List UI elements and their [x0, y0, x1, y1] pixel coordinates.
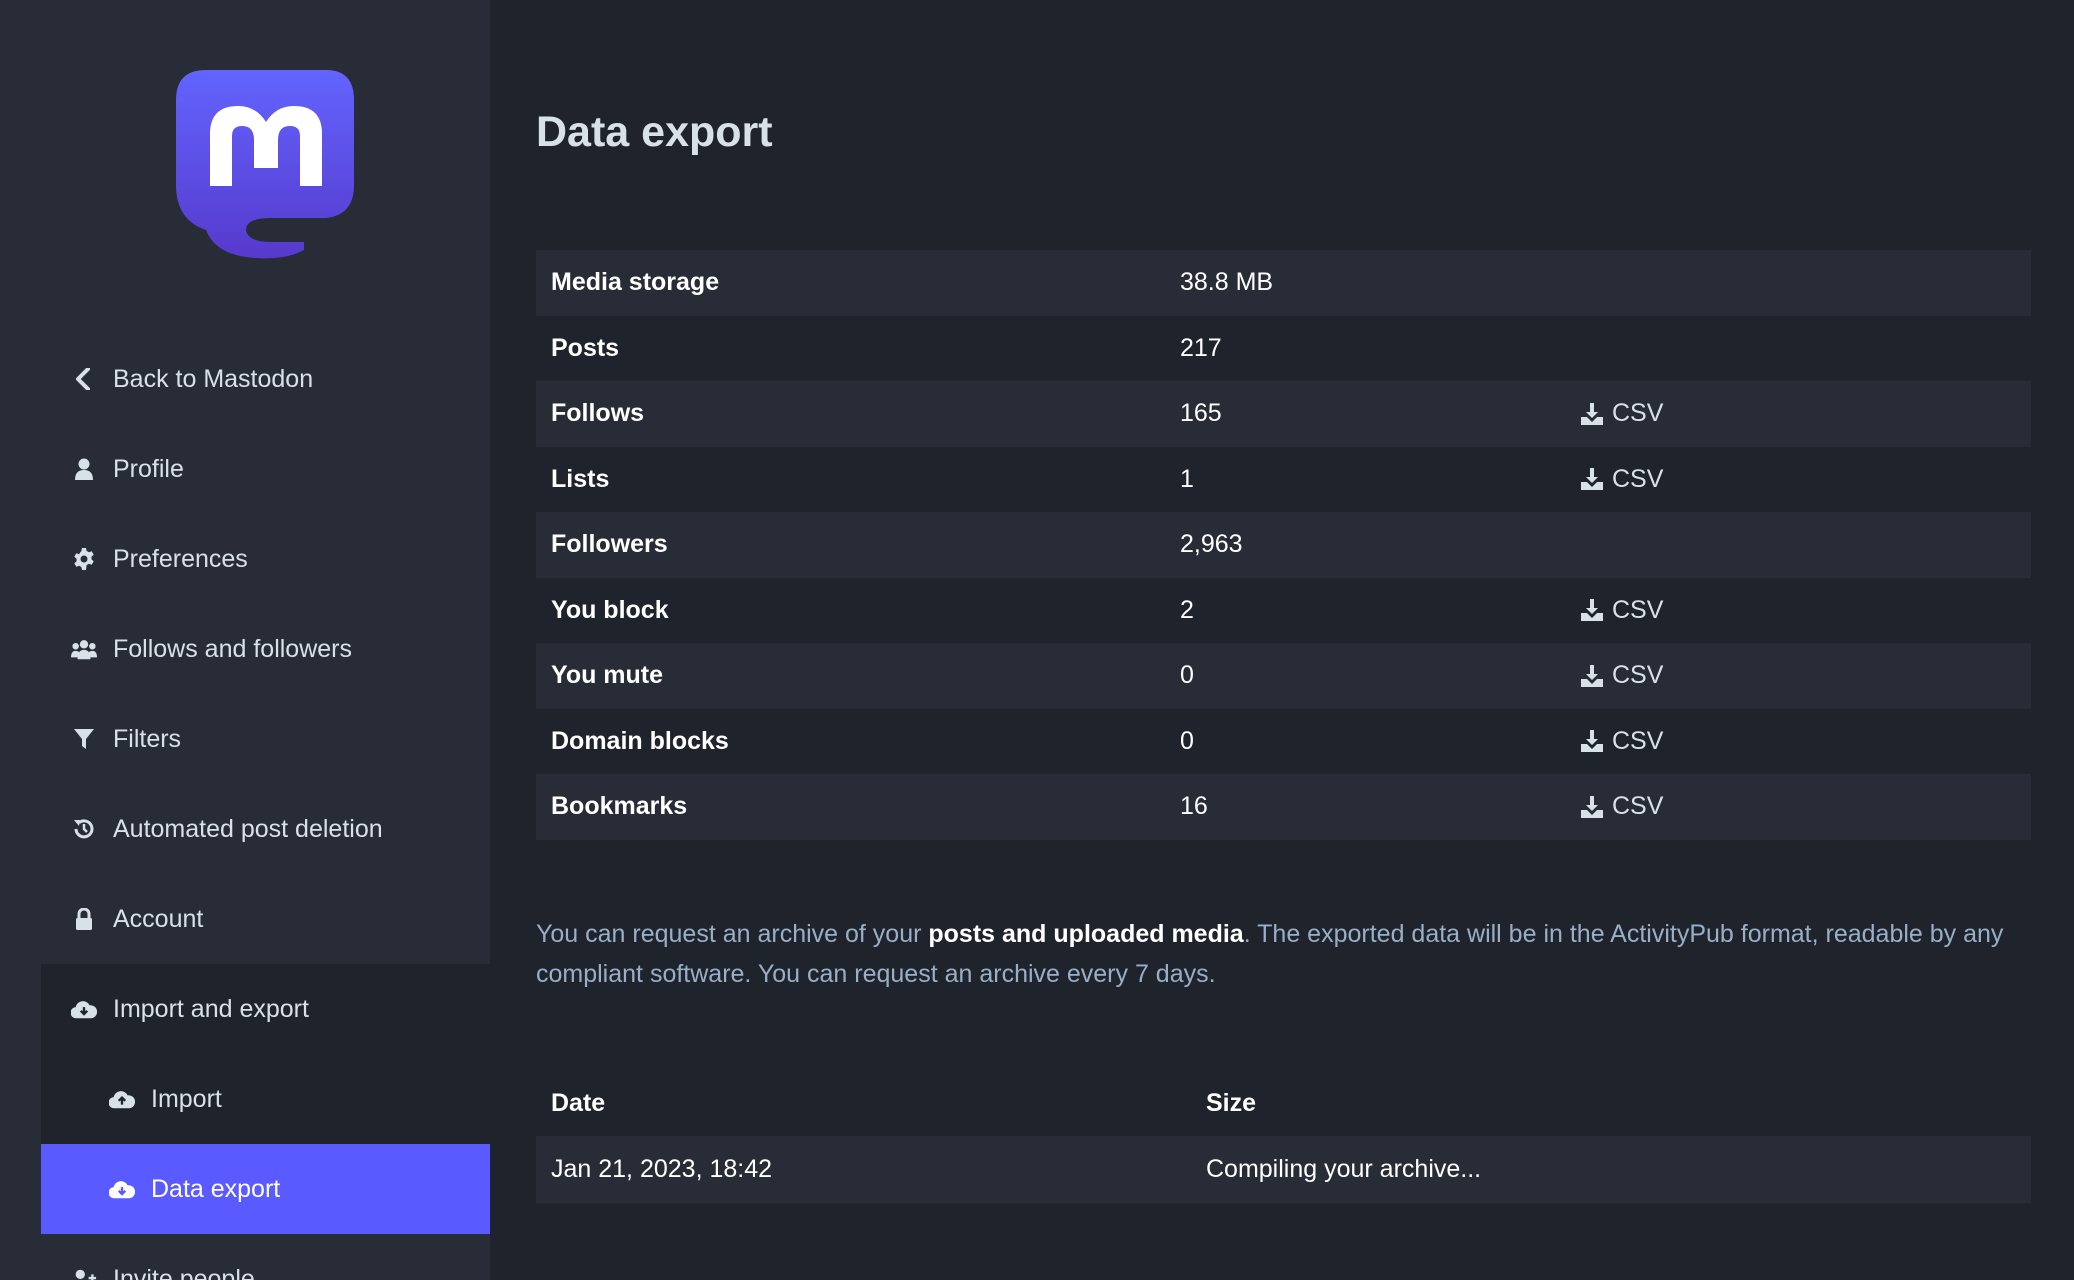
- sidebar-item-data-export[interactable]: Data export: [41, 1144, 490, 1234]
- stat-label: Followers: [551, 530, 668, 559]
- archive-hint-text: You can request an archive of your posts…: [536, 914, 2031, 994]
- csv-label: CSV: [1612, 792, 1664, 821]
- sidebar-item-label: Filters: [113, 724, 182, 753]
- download-icon: [1581, 664, 1603, 687]
- bookmarks-csv-download-link[interactable]: CSV: [1580, 792, 1663, 821]
- stats-table: Media storage 38.8 MB Posts 217 Follows …: [536, 250, 2031, 840]
- history-icon: [71, 816, 97, 842]
- sidebar-item-profile[interactable]: Profile: [41, 424, 490, 514]
- download-icon: [1581, 730, 1603, 753]
- sidebar-item-label: Invite people: [113, 1264, 255, 1280]
- archive-table-header: Date Size: [536, 1070, 2031, 1136]
- csv-label: CSV: [1612, 661, 1664, 690]
- csv-label: CSV: [1612, 464, 1664, 493]
- stat-label: Lists: [551, 464, 610, 493]
- stat-label: You block: [551, 595, 669, 624]
- archive-size: Compiling your archive...: [1206, 1155, 1482, 1183]
- sidebar-item-automated-post-deletion[interactable]: Automated post deletion: [41, 784, 490, 874]
- sidebar-item-label: Data export: [151, 1174, 281, 1203]
- sidebar-item-import[interactable]: Import: [41, 1054, 490, 1144]
- table-row: Jan 21, 2023, 18:42 Compiling your archi…: [536, 1136, 2031, 1203]
- chevron-left-icon: [71, 366, 97, 392]
- sidebar-item-follows-and-followers[interactable]: Follows and followers: [41, 604, 490, 694]
- table-row: Follows 165 CSV: [536, 381, 2031, 447]
- table-row: Posts 217: [536, 316, 2031, 382]
- filter-icon: [71, 726, 97, 752]
- stat-label: Bookmarks: [551, 792, 688, 821]
- stat-label: Posts: [551, 333, 620, 362]
- stat-value: 2: [1180, 595, 1194, 624]
- sidebar-item-account[interactable]: Account: [41, 874, 490, 964]
- download-icon: [1581, 468, 1603, 491]
- sidebar-item-label: Account: [113, 904, 204, 933]
- mastodon-logo-icon[interactable]: [176, 70, 356, 260]
- size-column-header: Size: [1206, 1088, 1257, 1117]
- domain-blocks-csv-download-link[interactable]: CSV: [1580, 727, 1663, 756]
- stat-label: Media storage: [551, 268, 720, 297]
- cloud-download-icon: [109, 1176, 135, 1202]
- users-icon: [71, 636, 97, 662]
- table-row: Media storage 38.8 MB: [536, 250, 2031, 316]
- stat-value: 2,963: [1180, 530, 1243, 559]
- sidebar-item-filters[interactable]: Filters: [41, 694, 490, 784]
- stat-label: Domain blocks: [551, 726, 729, 755]
- user-icon: [71, 456, 97, 482]
- csv-label: CSV: [1612, 399, 1664, 428]
- follows-csv-download-link[interactable]: CSV: [1580, 399, 1663, 428]
- sidebar-item-invite-people[interactable]: Invite people: [41, 1234, 490, 1280]
- table-row: You mute 0 CSV: [536, 643, 2031, 709]
- cloud-upload-icon: [109, 1086, 135, 1112]
- blocks-csv-download-link[interactable]: CSV: [1580, 596, 1663, 625]
- sidebar-item-import-and-export[interactable]: Import and export: [41, 964, 490, 1054]
- gear-icon: [71, 546, 97, 572]
- csv-label: CSV: [1612, 726, 1664, 755]
- table-row: Lists 1 CSV: [536, 447, 2031, 513]
- cloud-download-icon: [71, 996, 97, 1022]
- sidebar-item-label: Follows and followers: [113, 634, 352, 663]
- archive-table: Date Size Jan 21, 2023, 18:42 Compiling …: [536, 1070, 2031, 1203]
- stat-value: 0: [1180, 726, 1194, 755]
- download-icon: [1581, 599, 1603, 622]
- sidebar-item-label: Import: [151, 1084, 222, 1113]
- csv-label: CSV: [1612, 595, 1664, 624]
- mutes-csv-download-link[interactable]: CSV: [1580, 661, 1663, 690]
- table-row: Followers 2,963: [536, 512, 2031, 578]
- stat-value: 1: [1180, 464, 1194, 493]
- hint-text-strong: posts and uploaded media: [928, 920, 1244, 948]
- table-row: Bookmarks 16 CSV: [536, 774, 2031, 840]
- sidebar-item-label: Automated post deletion: [113, 814, 383, 843]
- sidebar-item-label: Back to Mastodon: [113, 364, 314, 393]
- page-title: Data export: [536, 108, 773, 156]
- sidebar: Back to Mastodon Profile Preferences Fol…: [0, 0, 490, 1280]
- stat-value: 217: [1180, 333, 1222, 362]
- table-row: You block 2 CSV: [536, 578, 2031, 644]
- sidebar-item-label: Preferences: [113, 544, 248, 573]
- lists-csv-download-link[interactable]: CSV: [1580, 465, 1663, 494]
- stat-label: You mute: [551, 661, 664, 690]
- stat-label: Follows: [551, 399, 645, 428]
- date-column-header: Date: [551, 1088, 606, 1117]
- download-icon: [1581, 795, 1603, 818]
- hint-text-before: You can request an archive of your: [536, 920, 929, 948]
- user-plus-icon: [71, 1266, 97, 1280]
- stat-value: 165: [1180, 399, 1222, 428]
- sidebar-item-label: Profile: [113, 454, 184, 483]
- sidebar-item-label: Import and export: [113, 994, 309, 1023]
- download-icon: [1581, 402, 1603, 425]
- app-root: Back to Mastodon Profile Preferences Fol…: [0, 0, 2074, 1280]
- stat-value: 0: [1180, 661, 1194, 690]
- stat-value: 16: [1180, 792, 1208, 821]
- sidebar-item-preferences[interactable]: Preferences: [41, 514, 490, 604]
- lock-icon: [71, 906, 97, 932]
- sidebar-item-back-to-mastodon[interactable]: Back to Mastodon: [41, 334, 490, 424]
- stat-value: 38.8 MB: [1180, 268, 1274, 297]
- archive-date: Jan 21, 2023, 18:42: [551, 1155, 773, 1183]
- table-row: Domain blocks 0 CSV: [536, 709, 2031, 775]
